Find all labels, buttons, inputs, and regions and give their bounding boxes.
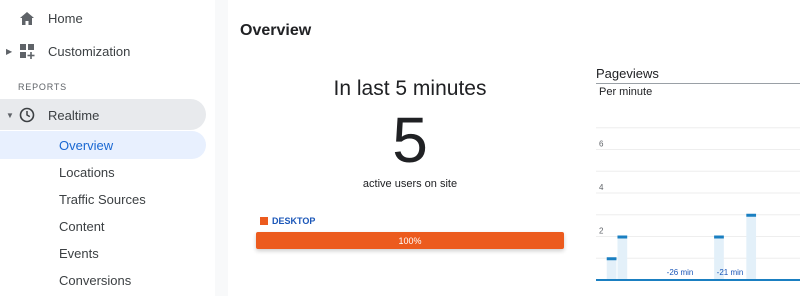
device-legend: DESKTOP	[260, 216, 315, 226]
device-legend-label: DESKTOP	[272, 216, 316, 226]
sidebar-item-label: Locations	[59, 164, 115, 180]
dashboard-plus-icon	[18, 42, 36, 60]
device-share-bar[interactable]: 100%	[256, 232, 564, 249]
device-share-percent: 100%	[398, 235, 422, 246]
sidebar-item-label: Home	[48, 10, 83, 26]
home-icon	[18, 9, 36, 27]
clock-icon	[18, 106, 36, 124]
sidebar-nav: Home ▶ Customization REPORTS ▼ Realtime	[0, 0, 215, 296]
pageviews-chart: 6 4 2 -26 min -21 min	[596, 127, 800, 281]
y-tick-label: 4	[599, 183, 604, 192]
pageviews-title: Pageviews	[596, 66, 659, 81]
sidebar-item-label: Traffic Sources	[59, 191, 146, 207]
divider	[596, 83, 800, 84]
pageviews-panel: Pageviews Per minute 6 4 2 -26 min -21 min	[596, 62, 800, 296]
x-tick-label: -26 min	[667, 268, 694, 277]
y-tick-label: 6	[599, 140, 604, 149]
pageviews-bar-top	[617, 235, 628, 239]
desktop-swatch	[260, 217, 268, 225]
main-content: Overview In last 5 minutes 5 active user…	[228, 0, 800, 296]
sidebar-item-label: Content	[59, 218, 105, 234]
reports-section-label: REPORTS	[18, 82, 67, 92]
pageviews-bar-top	[714, 235, 724, 239]
caret-down-icon[interactable]: ▼	[6, 111, 14, 120]
active-users-count: 5	[392, 104, 428, 176]
x-tick-label: -21 min	[717, 268, 744, 277]
pageviews-bar[interactable]	[606, 258, 617, 280]
pageviews-bar-top	[746, 213, 757, 217]
caret-right-icon[interactable]: ▶	[6, 47, 12, 56]
active-users-caption: active users on site	[362, 178, 458, 190]
sidebar-item-label: Realtime	[48, 107, 100, 123]
realtime-heading: In last 5 minutes	[333, 77, 487, 100]
sidebar-item-label: Conversions	[59, 272, 132, 288]
sidebar-item-label: Events	[59, 245, 99, 261]
page-title: Overview	[240, 22, 312, 39]
pageviews-bar[interactable]	[746, 214, 757, 280]
y-tick-label: 2	[599, 227, 604, 236]
sidebar-item-label: Customization	[48, 43, 131, 59]
pageviews-bar[interactable]	[617, 236, 628, 281]
pageviews-bar-top	[606, 257, 617, 261]
sidebar-item-label: Overview	[59, 137, 114, 153]
